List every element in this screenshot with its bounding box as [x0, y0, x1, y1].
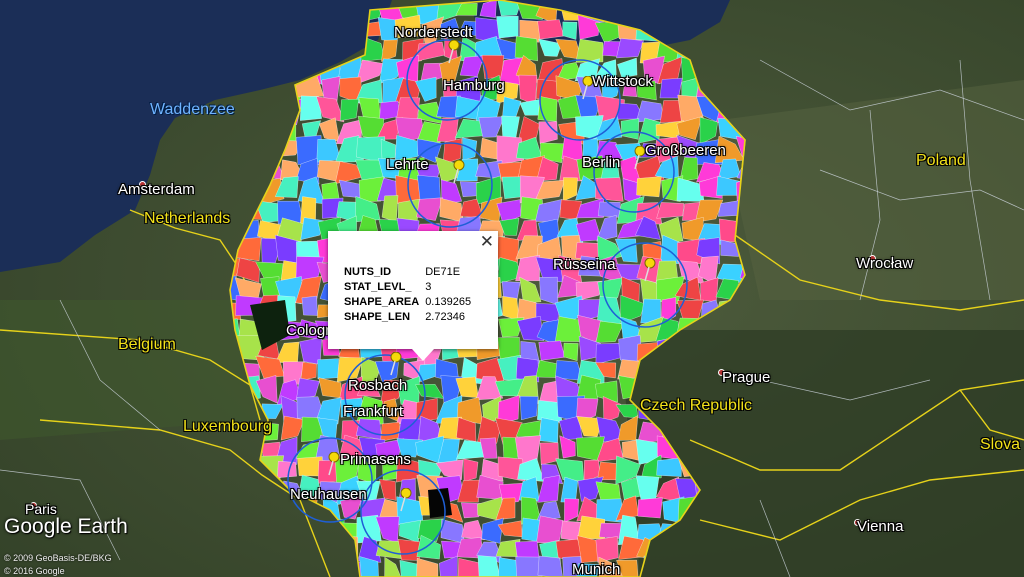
label-netherlands: Netherlands — [144, 210, 231, 227]
nuts-region — [321, 181, 340, 201]
nuts-region — [519, 395, 539, 421]
label-prague: Prague — [722, 369, 771, 386]
attribute-table: NUTS_ID DE71E STAT_LEVL_ 3 SHAPE_AREA 0.139… — [344, 265, 474, 325]
yellow-pushpin-icon[interactable] — [642, 258, 656, 282]
google-earth-logo: Google Earth — [4, 515, 128, 538]
nuts-region — [620, 118, 640, 140]
label-belgium: Belgium — [118, 336, 176, 353]
label-waddenzee: Waddenzee — [150, 101, 235, 118]
attribute-value: 0.139265 — [425, 296, 472, 308]
label-amsterdam: Amsterdam — [118, 181, 195, 198]
table-row: NUTS_ID DE71E — [344, 265, 474, 280]
label-rosbach: Rosbach — [348, 377, 408, 394]
nuts-region — [300, 361, 317, 381]
attribute-key: STAT_LEVL_ — [344, 281, 412, 293]
attribute-key: NUTS_ID — [344, 266, 392, 278]
nuts-region — [317, 358, 339, 380]
map-view[interactable]: Norderstedt Hamburg Wittstock Waddenzee … — [0, 0, 1024, 577]
nuts-region — [397, 538, 421, 561]
table-row: STAT_LEVL_ 3 — [344, 280, 474, 295]
nuts-region — [463, 458, 479, 482]
copyright-google: © 2016 Google — [4, 566, 65, 576]
label-norderstedt: Norderstedt — [394, 24, 473, 41]
label-wroclaw: Wrocław — [856, 255, 914, 272]
label-poland: Poland — [916, 152, 966, 169]
nuts-region — [537, 19, 564, 40]
nuts-region — [301, 295, 318, 316]
attribute-key: SHAPE_LEN — [344, 311, 411, 323]
nuts-region — [536, 515, 564, 544]
yellow-pushpin-icon[interactable] — [388, 352, 402, 376]
yellow-pushpin-icon[interactable] — [451, 160, 465, 184]
table-row: SHAPE_AREA 0.139265 — [344, 295, 474, 310]
label-wittstock: Wittstock — [592, 73, 653, 90]
label-primasens: Primasens — [340, 451, 411, 468]
label-vienna: Vienna — [857, 518, 904, 535]
nuts-region — [514, 35, 538, 62]
label-lehrte: Lehrte — [386, 156, 429, 173]
nuts-region — [496, 15, 519, 39]
yellow-pushpin-icon[interactable] — [446, 40, 460, 64]
label-czech-republic: Czech Republic — [640, 397, 753, 414]
nuts-region — [277, 460, 297, 478]
label-frankfurt: Frankfurt — [343, 403, 404, 420]
label-slovakia: Slova — [980, 436, 1021, 453]
nuts-region — [381, 195, 399, 223]
yellow-pushpin-icon[interactable] — [398, 488, 412, 512]
nuts-region — [636, 176, 662, 198]
yellow-pushpin-icon[interactable] — [632, 146, 646, 170]
satellite-base — [0, 0, 1024, 577]
nuts-region — [594, 177, 624, 202]
nuts-region — [538, 417, 559, 443]
label-luxembourg: Luxembourg — [183, 418, 272, 435]
attribute-key: SHAPE_AREA — [344, 296, 420, 308]
nuts-region — [656, 202, 685, 219]
nuts-region — [637, 497, 663, 519]
table-row: SHAPE_LEN 2.72346 — [344, 310, 474, 325]
nuts-region — [599, 522, 622, 539]
yellow-pushpin-icon[interactable] — [326, 452, 340, 476]
attribute-value: DE71E — [425, 266, 461, 278]
attribute-value: 3 — [425, 281, 432, 293]
label-berlin: Berlin — [582, 154, 621, 171]
nuts-region — [656, 457, 682, 477]
label-munich: Munich — [572, 561, 621, 577]
label-neuhausen: Neuhausen — [290, 486, 367, 503]
copyright-geobasis: © 2009 GeoBasis-DE/BKG — [4, 553, 112, 563]
nuts-region — [537, 555, 564, 577]
nuts-region — [462, 137, 478, 161]
nuts-region — [538, 340, 566, 361]
nuts-region — [339, 98, 359, 122]
feature-info-popup: ✕ NUTS_ID DE71E STAT_LEVL_ 3 SHAPE_AREA 0.1… — [328, 231, 498, 361]
attribute-value: 2.72346 — [425, 311, 465, 323]
close-icon[interactable]: ✕ — [480, 232, 494, 252]
label-grossbeeren: Großbeeren — [645, 142, 726, 159]
label-hamburg: Hamburg — [443, 77, 505, 94]
label-russeina: Rüsseina — [553, 256, 616, 273]
